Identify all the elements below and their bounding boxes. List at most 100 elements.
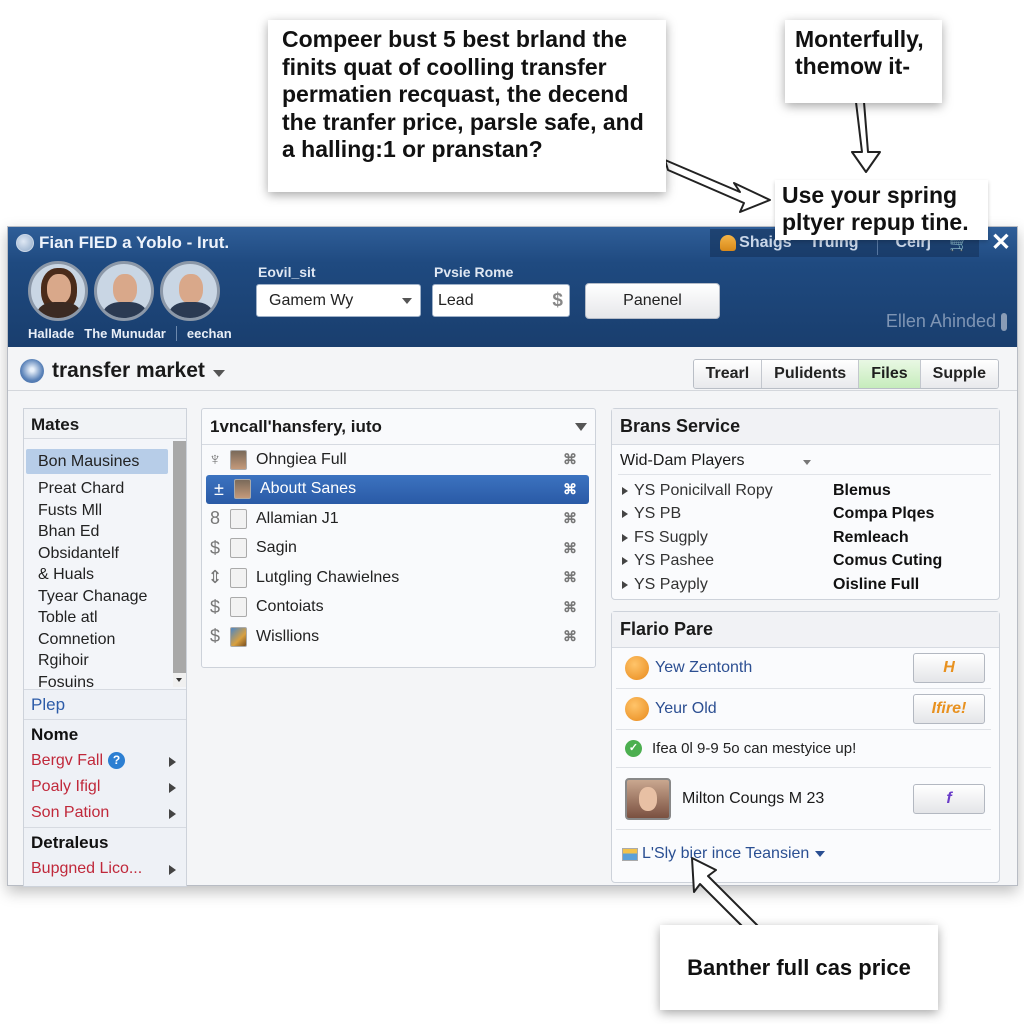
- service-key: YS PB: [634, 505, 682, 523]
- flag-icon: [622, 847, 638, 861]
- nav-submenu-item[interactable]: Poaly Ifigl: [24, 775, 186, 801]
- user-row[interactable]: Milton Coungs M 23 f: [616, 768, 991, 830]
- nav-submenu-item[interactable]: Son Pation: [24, 801, 186, 827]
- field2-input[interactable]: Lead $: [432, 284, 570, 317]
- service-row[interactable]: YS Payply Oisline Full: [612, 573, 999, 597]
- profile-item[interactable]: Yew Zentonth H: [616, 648, 991, 689]
- chevron-right-icon: [169, 865, 176, 875]
- nav-item[interactable]: Comnetion: [24, 629, 186, 651]
- left-nav: Mates Bon Mausines Preat Chard Fusts Mll…: [23, 408, 187, 887]
- service-key: FS Sugply: [634, 528, 708, 546]
- nav-item[interactable]: Tyear Chanage: [24, 586, 186, 608]
- service-value: Remleach: [833, 528, 909, 546]
- dollar-icon: $: [552, 290, 563, 311]
- footer-link[interactable]: L'Sly bier ince Teansien: [612, 834, 999, 874]
- tab-group: Trearl Pulidents Files Supple: [692, 359, 999, 389]
- service-row[interactable]: YS Ponicilvall Ropy Blemus: [612, 479, 999, 503]
- service-value: Compa Plqes: [833, 505, 935, 523]
- nav-link-plep[interactable]: Plep: [24, 689, 186, 719]
- service-row[interactable]: YS Pashee Comus Cuting: [612, 550, 999, 574]
- scrollbar[interactable]: [173, 441, 186, 687]
- chevron-right-icon: [169, 757, 176, 767]
- thumbnail-icon: [234, 479, 251, 500]
- avatar[interactable]: [28, 261, 88, 321]
- thumbnail-icon: [230, 449, 247, 470]
- action-button[interactable]: H: [913, 653, 985, 683]
- expand-icon[interactable]: [622, 486, 628, 495]
- nav-submenu-item[interactable]: Bergv Fall?: [24, 749, 186, 775]
- tab-supple[interactable]: Supple: [920, 360, 998, 388]
- chevron-right-icon: [169, 809, 176, 819]
- nav-item[interactable]: & Huals: [24, 564, 186, 586]
- tab-trearl[interactable]: Trearl: [693, 360, 763, 388]
- nav-item[interactable]: Bon Mausines: [26, 449, 168, 474]
- nav-item[interactable]: Rgihoir: [24, 650, 186, 672]
- command-icon[interactable]: ⌘: [563, 510, 577, 527]
- list-row[interactable]: $ Contoiats ⌘: [202, 593, 595, 623]
- nav-item[interactable]: Fosuins: [24, 672, 186, 694]
- tree-icon: [20, 359, 44, 383]
- nav-item[interactable]: Obsidantelf: [24, 543, 186, 565]
- row-lead-icon: $: [209, 596, 220, 617]
- divider: [175, 326, 177, 341]
- nav-item[interactable]: Bhan Ed: [24, 521, 186, 543]
- list-row[interactable]: ♆ Ohngiea Full ⌘: [202, 445, 595, 475]
- row-lead-icon: $: [209, 626, 220, 647]
- command-icon[interactable]: ⌘: [563, 628, 577, 645]
- expand-icon[interactable]: [622, 510, 628, 519]
- callout-tip: Use your spring pltyer repup tine.: [775, 180, 988, 240]
- command-icon[interactable]: ⌘: [563, 599, 577, 616]
- service-panel: Brans Service Wid-Dam Players YS Ponicil…: [611, 408, 1000, 600]
- chevron-down-icon: [815, 851, 826, 857]
- panenel-button[interactable]: Panenel: [585, 283, 720, 319]
- thumbnail-icon: [230, 508, 247, 529]
- profile-panel: Flario Pare Yew Zentonth H Yeur Old Ifir…: [611, 611, 1000, 883]
- service-rows: YS Ponicilvall Ropy Blemus YS PB Compa Plqe…: [612, 475, 999, 597]
- players-dropdown[interactable]: Wid-Dam Players: [618, 449, 991, 475]
- service-row[interactable]: YS PB Compa Plqes: [612, 503, 999, 527]
- callout-question: Compeer bust 5 best brland the finits qu…: [268, 20, 666, 192]
- list-header[interactable]: 1vncall'hansfery, iuto: [202, 409, 595, 445]
- chevron-down-icon: [803, 460, 811, 465]
- nav-item[interactable]: Fusts Mll: [24, 500, 186, 522]
- status-message: ✓ Ifea 0l 9-9 5o can mestyice up!: [616, 730, 991, 768]
- command-icon[interactable]: ⌘: [563, 451, 577, 468]
- tab-files[interactable]: Files: [859, 360, 921, 388]
- chevron-down-icon: [575, 423, 587, 431]
- command-icon[interactable]: ⌘: [563, 569, 577, 586]
- avatar: [625, 777, 671, 820]
- row-label: Ohngiea Full: [256, 450, 347, 468]
- page-toolbar: transfer market Trearl Pulidents Files S…: [8, 347, 1017, 391]
- scroll-down-icon[interactable]: [173, 673, 186, 687]
- nav-header: Mates: [24, 409, 186, 439]
- page-title[interactable]: transfer market: [20, 359, 225, 383]
- avatar[interactable]: [94, 261, 154, 321]
- list-row[interactable]: ⇕ Lutgling Chawielnes ⌘: [202, 563, 595, 593]
- expand-icon[interactable]: [622, 580, 628, 589]
- tab-pulidents[interactable]: Pulidents: [762, 360, 860, 388]
- row-label: Lutgling Chawielnes: [256, 568, 400, 586]
- app-title: Fian FIED a Yoblo - Irut.: [16, 233, 229, 253]
- list-row[interactable]: $ Wisllions ⌘: [202, 622, 595, 652]
- command-icon[interactable]: ⌘: [563, 481, 577, 498]
- nav-item[interactable]: Toble atl: [24, 607, 186, 629]
- user-action-button[interactable]: f: [913, 783, 985, 814]
- user-name[interactable]: Ellen Ahinded: [886, 311, 1007, 332]
- expand-icon[interactable]: [622, 557, 628, 566]
- help-icon[interactable]: ?: [108, 752, 126, 769]
- avatar-group: [28, 261, 220, 321]
- fire-button[interactable]: Ifire!: [913, 694, 985, 724]
- nav-item[interactable]: Preat Chard: [24, 478, 186, 500]
- list-row[interactable]: $ Sagin ⌘: [202, 534, 595, 564]
- nav-submenu-item[interactable]: Bupgned Lico...: [24, 857, 186, 883]
- list-row[interactable]: 8 Allamian J1 ⌘: [202, 504, 595, 534]
- close-icon[interactable]: ✕: [991, 229, 1011, 257]
- avatar[interactable]: [160, 261, 220, 321]
- expand-icon[interactable]: [622, 533, 628, 542]
- list-row[interactable]: ± Aboutt Sanes ⌘: [206, 474, 589, 504]
- field1-select[interactable]: Gamem Wy: [256, 284, 421, 317]
- row-label: Wisllions: [256, 627, 320, 645]
- command-icon[interactable]: ⌘: [563, 540, 577, 557]
- service-row[interactable]: FS Sugply Remleach: [612, 526, 999, 550]
- profile-item[interactable]: Yeur Old Ifire!: [616, 689, 991, 730]
